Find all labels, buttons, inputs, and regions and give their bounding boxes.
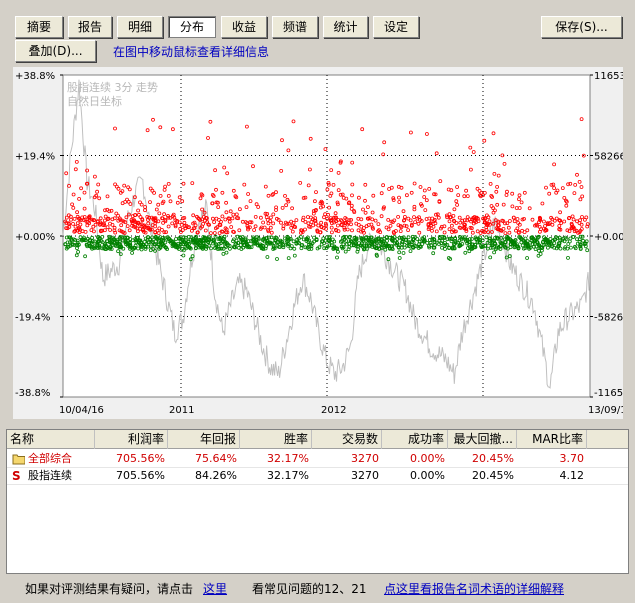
tab-8[interactable]: 设定 — [373, 16, 419, 38]
hover-hint: 在图中移动鼠标查看详细信息 — [113, 45, 270, 59]
s-icon: S — [12, 469, 21, 483]
row-value: 84.26% — [195, 469, 237, 482]
chart-canvas[interactable]: +38.8% 116531 +19.4% 58266 +0.00% +0.00 -19.4%… — [13, 67, 623, 419]
tab-4[interactable]: 分布 — [168, 16, 216, 38]
column-header[interactable]: MAR比率 — [517, 430, 587, 449]
left-tick-label: +0.00% — [15, 232, 55, 243]
column-header[interactable]: 年回报 — [168, 430, 240, 449]
column-header[interactable]: 名称 — [7, 430, 95, 449]
tab-1[interactable]: 摘要 — [15, 16, 63, 38]
column-header[interactable]: 胜率 — [240, 430, 312, 449]
row-value: 32.17% — [267, 469, 309, 482]
x-tick-label: 13/09/1 — [588, 405, 623, 416]
column-header[interactable]: 交易数 — [312, 430, 382, 449]
footer: 如果对评测结果有疑问，请点击 这里 看常见问题的12、21 点这里看报告名词术语… — [0, 578, 635, 600]
left-tick-label: +38.8% — [15, 71, 55, 82]
row-value: 705.56% — [116, 469, 165, 482]
x-tick-label: 10/04/16 — [59, 405, 104, 416]
table-row[interactable]: 全部综合 705.56% 75.64% 32.17% 3270 0.00% 20.45% 3.… — [7, 451, 628, 468]
row-value: 3270 — [351, 452, 379, 465]
right-tick-label: +0.00 — [594, 232, 623, 243]
x-tick-label: 2012 — [321, 405, 346, 416]
left-tick-label: -38.8% — [15, 388, 50, 399]
row-value: 0.00% — [410, 452, 445, 465]
row-value: 20.45% — [472, 469, 514, 482]
column-header[interactable]: 利润率 — [96, 430, 168, 449]
glossary-link[interactable]: 点这里看报告名词术语的详细解释 — [384, 580, 564, 597]
row-name: 股指连续 — [28, 469, 72, 482]
legend-entry: 股指连续 3分 走势 — [67, 80, 158, 94]
legend-entry: 自然日坐标 — [67, 94, 122, 108]
column-header[interactable]: 最大回撤... — [448, 430, 517, 449]
right-tick-label: 58266 — [594, 152, 623, 163]
left-tick-label: +19.4% — [15, 152, 55, 163]
tab-7[interactable]: 统计 — [323, 16, 368, 38]
question-text: 如果对评测结果有疑问，请点击 — [25, 582, 194, 596]
save-button[interactable]: 保存(S)... — [541, 16, 622, 38]
distribution-chart[interactable]: +38.8% 116531 +19.4% 58266 +0.00% +0.00 -19.4%… — [13, 67, 623, 419]
table-row[interactable]: S 股指连续 705.56% 84.26% 32.17% 3270 0.00% 20.45% 4… — [7, 468, 628, 485]
right-tick-label: -116531 — [594, 388, 623, 399]
results-table[interactable]: 名称 利润率 年回报 胜率 交易数 成功率 最大回撤... MAR比率 全部综合 705.56%… — [6, 429, 629, 574]
faq-text: 看常见问题的12、21 — [252, 582, 367, 596]
row-value: 32.17% — [267, 452, 309, 465]
tab-6[interactable]: 频谱 — [272, 16, 318, 38]
row-value: 3.70 — [559, 452, 585, 465]
left-tick-label: -19.4% — [15, 313, 50, 324]
tab-5[interactable]: 收益 — [221, 16, 267, 38]
folder-icon — [9, 451, 25, 467]
row-value: 4.12 — [559, 469, 585, 482]
table-header: 名称 利润率 年回报 胜率 交易数 成功率 最大回撤... MAR比率 — [7, 430, 628, 449]
row-value: 75.64% — [195, 452, 237, 465]
row-name: 全部综合 — [28, 452, 72, 465]
right-tick-label: 116531 — [594, 71, 623, 82]
tab-2[interactable]: 报告 — [68, 16, 112, 38]
tab-3[interactable]: 明细 — [117, 16, 163, 38]
row-value: 705.56% — [116, 452, 165, 465]
row-value: 20.45% — [472, 452, 514, 465]
column-header[interactable]: 成功率 — [382, 430, 448, 449]
right-tick-label: -58266 — [594, 313, 623, 324]
overlay-button[interactable]: 叠加(D)... — [15, 40, 96, 62]
here-link[interactable]: 这里 — [203, 580, 227, 597]
row-value: 3270 — [351, 469, 379, 482]
row-value: 0.00% — [410, 469, 445, 482]
x-tick-label: 2011 — [169, 405, 194, 416]
